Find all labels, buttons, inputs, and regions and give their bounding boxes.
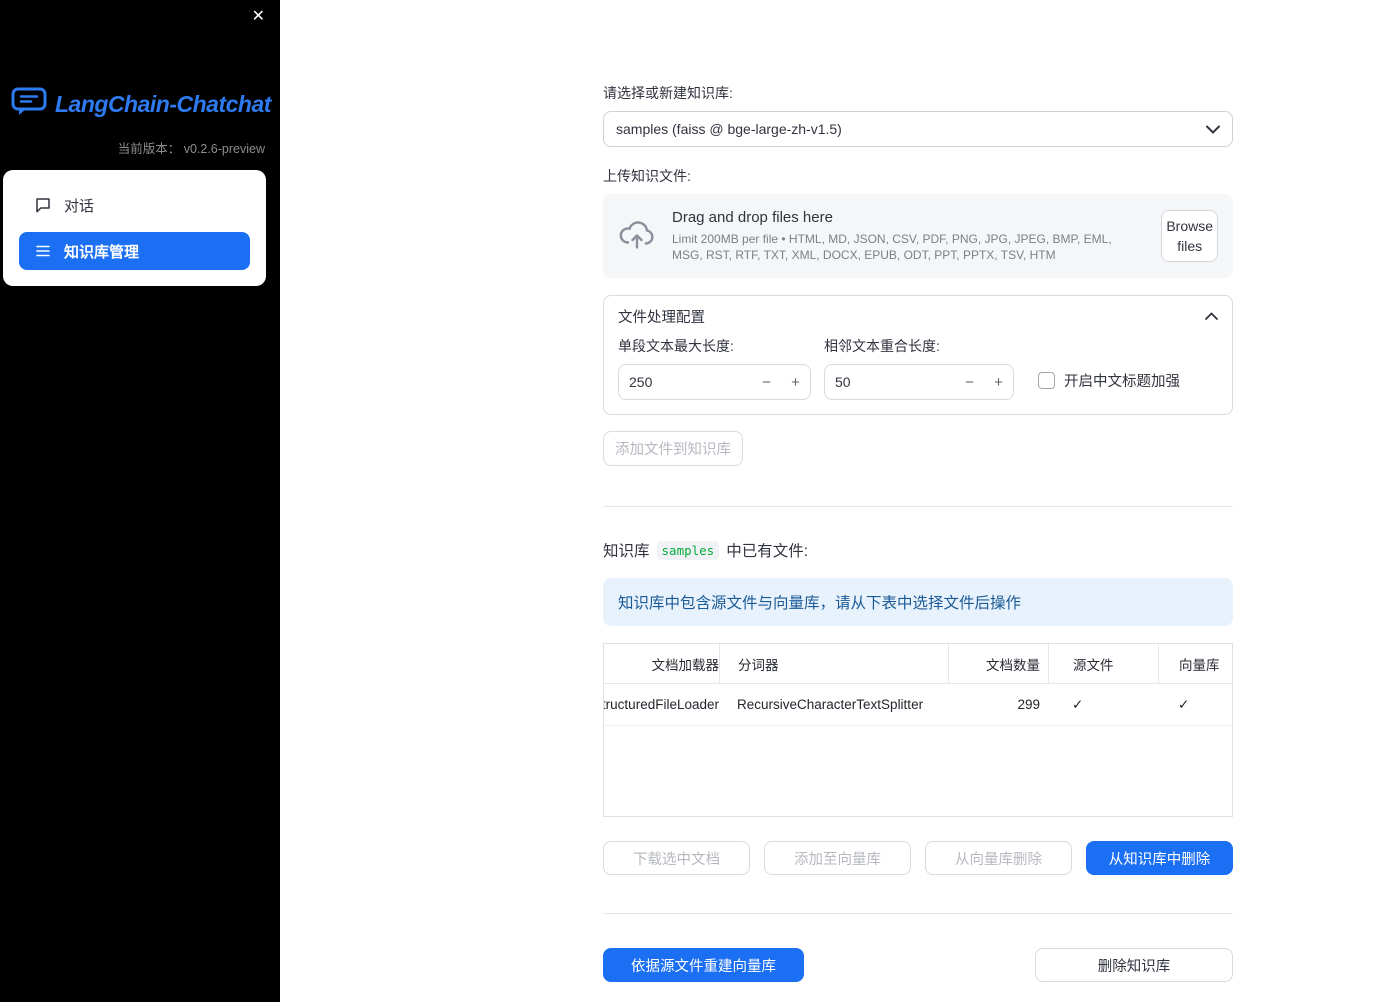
delete-kb-button[interactable]: 删除知识库	[1035, 948, 1233, 982]
app-title: LangChain-Chatchat	[55, 90, 271, 117]
sidebar-item-label: 对话	[64, 197, 95, 215]
cell-splitter: RecursiveCharacterTextSplitter	[737, 697, 924, 712]
decrement-button[interactable]: −	[955, 365, 984, 399]
cell-vector-store-check: ✓	[1178, 696, 1190, 712]
divider	[603, 506, 1233, 507]
upload-label: 上传知识文件:	[603, 168, 691, 184]
overlap-input[interactable]: 50 − +	[824, 364, 1014, 400]
decrement-button[interactable]: −	[752, 365, 781, 399]
delete-from-kb-button[interactable]: 从知识库中删除	[1086, 841, 1233, 875]
col-header-source-file: 源文件	[1048, 644, 1158, 683]
sidebar: ✕ LangChain-Chatchat 当前版本： v0.2.6-previe…	[0, 0, 280, 1002]
col-header-vector-store: 向量库	[1158, 644, 1232, 683]
overlap-label: 相邻文本重合长度:	[824, 338, 940, 354]
stepper: − +	[752, 365, 810, 399]
rebuild-vector-store-button[interactable]: 依据源文件重建向量库	[603, 948, 804, 982]
increment-button[interactable]: +	[781, 365, 810, 399]
max-length-input[interactable]: 250 − +	[618, 364, 811, 400]
logo-chat-bubble-icon	[11, 87, 47, 121]
content-column: 请选择或新建知识库: samples (faiss @ bge-large-zh…	[603, 83, 1233, 982]
chat-bubble-icon	[34, 196, 52, 214]
overlap-value: 50	[835, 374, 851, 390]
main-area: 请选择或新建知识库: samples (faiss @ bge-large-zh…	[280, 0, 1380, 1002]
table-row[interactable]: UnstructuredFileLoader RecursiveCharacte…	[604, 684, 1232, 726]
list-icon	[34, 242, 52, 260]
chevron-up-icon	[1205, 308, 1218, 324]
expander-title: 文件处理配置	[618, 309, 705, 326]
max-length-field: 单段文本最大长度: 250 − +	[618, 336, 811, 400]
kb-name-code: samples	[656, 540, 720, 560]
table-header-row: 文档加载器 分词器 文档数量 源文件 向量库	[604, 644, 1232, 684]
info-banner: 知识库中包含源文件与向量库，请从下表中选择文件后操作	[603, 578, 1233, 626]
download-selected-button[interactable]: 下载选中文档	[603, 841, 750, 875]
upload-limit-text: Limit 200MB per file • HTML, MD, JSON, C…	[672, 231, 1112, 262]
zh-title-enhance-label[interactable]: 开启中文标题加强	[1064, 370, 1180, 391]
expander-body: 单段文本最大长度: 250 − + 相邻文本重合长度: 50 − + 开启中文标…	[604, 336, 1232, 414]
cell-loader: UnstructuredFileLoader	[604, 697, 719, 712]
zh-title-enhance-checkbox[interactable]	[1038, 372, 1055, 389]
sidebar-item-knowledge-base[interactable]: 知识库管理	[19, 232, 250, 270]
kb-files-prefix: 知识库	[603, 543, 650, 560]
expander-header[interactable]: 文件处理配置	[604, 296, 1232, 336]
file-dropzone[interactable]: Drag and drop files here Limit 200MB per…	[603, 194, 1233, 278]
sidebar-item-label: 知识库管理	[64, 243, 140, 261]
col-header-doc-count: 文档数量	[948, 644, 1048, 683]
overlap-field: 相邻文本重合长度: 50 − +	[824, 336, 1014, 400]
col-header-loader: 文档加载器	[651, 657, 720, 673]
files-table: 文档加载器 分词器 文档数量 源文件 向量库 UnstructuredFileL…	[603, 643, 1233, 817]
info-text: 知识库中包含源文件与向量库，请从下表中选择文件后操作	[618, 595, 1022, 612]
table-actions: 下载选中文档 添加至向量库 从向量库删除 从知识库中删除	[603, 841, 1233, 875]
sidebar-item-dialogue[interactable]: 对话	[19, 186, 250, 224]
drag-drop-text: Drag and drop files here	[672, 208, 833, 226]
files-table-inner: 文档加载器 分词器 文档数量 源文件 向量库 UnstructuredFileL…	[604, 644, 1232, 726]
stepper: − +	[955, 365, 1013, 399]
kb-files-suffix: 中已有文件:	[726, 543, 809, 560]
kb-select-label: 请选择或新建知识库:	[603, 85, 733, 101]
kb-select-value: samples (faiss @ bge-large-zh-v1.5)	[616, 121, 842, 137]
version-label: 当前版本： v0.2.6-preview	[117, 142, 265, 156]
cell-doc-count: 299	[1017, 697, 1040, 712]
cell-source-file-check: ✓	[1072, 696, 1084, 712]
col-header-splitter: 分词器	[719, 644, 948, 683]
zh-title-enhance-group: 开启中文标题加强	[1038, 370, 1180, 391]
max-length-value: 250	[629, 374, 653, 390]
kb-bottom-actions: 依据源文件重建向量库 删除知识库	[603, 948, 1233, 982]
chevron-down-icon	[1206, 121, 1220, 137]
delete-from-vector-store-button[interactable]: 从向量库删除	[925, 841, 1072, 875]
close-sidebar-icon[interactable]: ✕	[252, 8, 265, 26]
page: ✕ LangChain-Chatchat 当前版本： v0.2.6-previe…	[0, 0, 1380, 1002]
add-to-vector-store-button[interactable]: 添加至向量库	[764, 841, 911, 875]
max-length-label: 单段文本最大长度:	[618, 338, 734, 354]
kb-files-heading: 知识库 samples 中已有文件:	[603, 539, 1233, 561]
add-files-button[interactable]: 添加文件到知识库	[603, 431, 743, 466]
kb-select[interactable]: samples (faiss @ bge-large-zh-v1.5)	[603, 111, 1233, 147]
uploader-texts: Drag and drop files here Limit 200MB per…	[672, 209, 1145, 263]
divider	[603, 913, 1233, 914]
sidebar-nav: 对话 知识库管理	[3, 170, 266, 286]
file-config-expander: 文件处理配置 单段文本最大长度: 250 − + 相邻文本重合长度: 50 − …	[603, 295, 1233, 415]
increment-button[interactable]: +	[984, 365, 1013, 399]
browse-files-button[interactable]: Browse files	[1161, 210, 1218, 262]
app-logo: LangChain-Chatchat	[11, 87, 271, 121]
upload-cloud-icon	[618, 219, 656, 254]
